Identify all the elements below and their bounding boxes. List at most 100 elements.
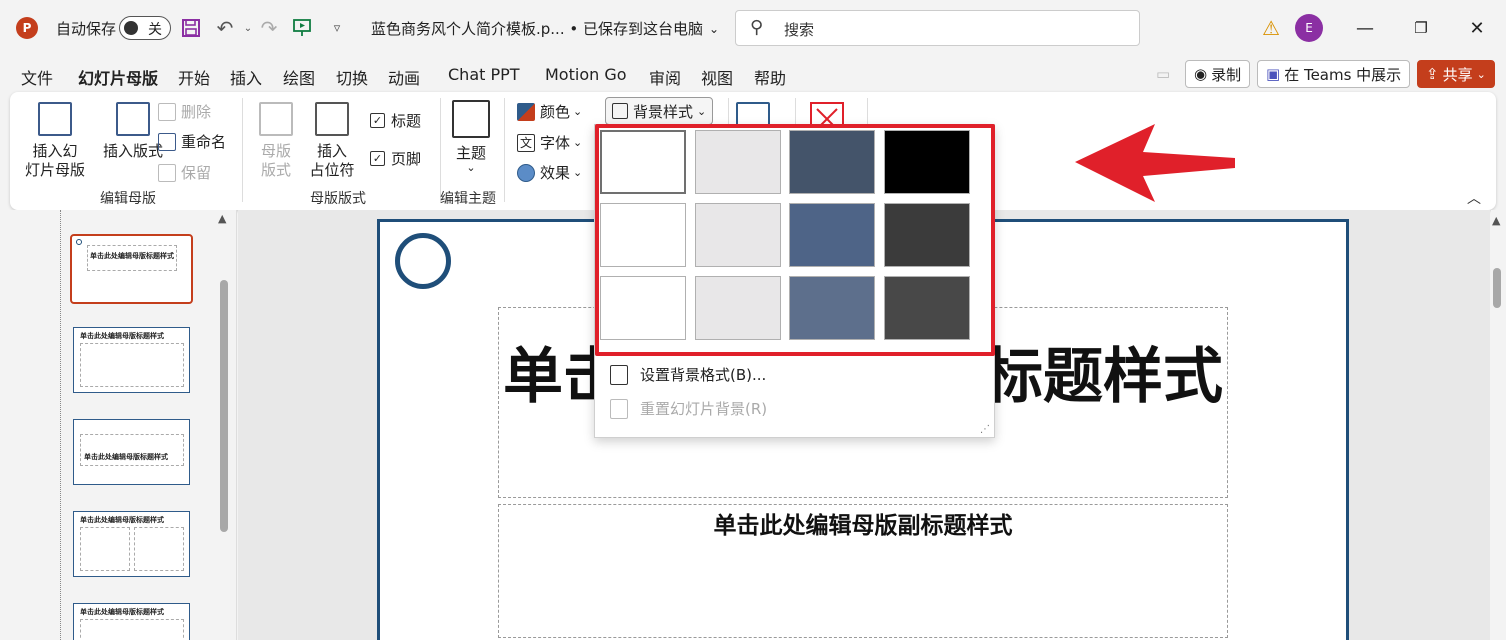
slide-subtitle[interactable]: 单击此处编辑母版副标题样式 [498, 506, 1228, 540]
autosave-label: 自动保存 [56, 20, 117, 38]
canvas-scroll-up-icon[interactable]: ▲ [1492, 214, 1500, 227]
document-title-text: 蓝色商务风个人简介模板.p... • 已保存到这台电脑 [371, 20, 703, 38]
check-icon: ✓ [370, 151, 385, 166]
tab-review[interactable]: 审阅 [649, 65, 681, 89]
thumbnail-slide-3[interactable]: 单击此处编辑母版标题样式 [73, 419, 190, 485]
ribbon-separator [504, 98, 505, 202]
tab-view[interactable]: 视图 [701, 65, 733, 89]
canvas-scrollbar[interactable]: ▲ [1491, 210, 1506, 640]
rename-button[interactable]: 重命名 [158, 131, 226, 152]
themes-button[interactable]: 主题 ⌄ [448, 100, 494, 173]
preserve-icon [158, 163, 176, 182]
record-button[interactable]: ◉ 录制 [1185, 60, 1251, 88]
rename-icon [158, 132, 176, 151]
thumbnail-slide-4[interactable]: 单击此处编辑母版标题样式 [73, 511, 190, 577]
chevron-down-icon: ⌄ [466, 161, 476, 174]
tab-draw[interactable]: 绘图 [283, 65, 315, 89]
thumbnails-scroll-up-icon[interactable]: ▲ [218, 212, 226, 225]
background-styles-label: 背景样式 [633, 102, 694, 121]
delete-icon [158, 102, 176, 121]
record-icon: ◉ [1194, 65, 1208, 83]
thumb-content-placeholder [80, 619, 184, 640]
footer-checkbox[interactable]: ✓ 页脚 [370, 148, 421, 169]
thumbnails-scrollbar[interactable] [220, 232, 228, 532]
chevron-down-icon: ⌄ [573, 105, 583, 118]
effects-button[interactable]: 效果 ⌄ [517, 162, 582, 183]
customize-qat-icon[interactable]: ▿ [325, 16, 349, 40]
tab-slide-master[interactable]: 幻灯片母版 [78, 65, 159, 97]
colors-icon [517, 102, 535, 121]
thumbnail-slide-2[interactable]: 单击此处编辑母版标题样式 [73, 327, 190, 393]
thumb-content-placeholder [80, 343, 184, 387]
resize-grip-icon[interactable]: ⋰ [980, 424, 990, 435]
share-label: 共享 [1442, 65, 1473, 84]
title-checkbox-label: 标题 [391, 112, 422, 130]
restore-icon[interactable]: ❐ [1406, 14, 1436, 42]
scrollbar-thumb[interactable] [220, 280, 228, 532]
thumbnail-slide-1[interactable]: 单击此处编辑母版标题样式 [70, 234, 193, 304]
format-background-icon [610, 364, 628, 385]
undo-icon[interactable]: ↶ [213, 16, 237, 40]
reset-background-icon [610, 398, 628, 419]
group-label-edit-master: 编辑母版 [100, 191, 156, 207]
close-icon[interactable]: ✕ [1462, 14, 1492, 42]
delete-button[interactable]: 删除 [158, 101, 211, 122]
insert-slide-master-button[interactable]: 插入幻 灯片母版 [24, 102, 86, 180]
title-checkbox[interactable]: ✓ 标题 [370, 110, 421, 131]
effects-label: 效果 [540, 164, 571, 182]
toggle-knob [124, 21, 138, 35]
tab-animations[interactable]: 动画 [388, 65, 420, 89]
reset-background-label: 重置幻灯片背景(R) [640, 400, 768, 418]
red-arrow-annotation [1075, 124, 1235, 202]
tab-motiongo[interactable]: Motion Go [545, 65, 627, 84]
thumb-content-placeholder [134, 527, 184, 571]
tab-help[interactable]: 帮助 [754, 65, 786, 89]
master-layout-button[interactable]: 母版 版式 [254, 102, 298, 180]
reset-background-item[interactable]: 重置幻灯片背景(R) [610, 398, 767, 419]
redo-icon[interactable]: ↷ [257, 16, 281, 40]
preserve-button[interactable]: 保留 [158, 162, 211, 183]
thumb-title: 单击此处编辑母版标题样式 [90, 252, 174, 260]
present-in-teams-button[interactable]: ▣ 在 Teams 中展示 [1257, 60, 1411, 88]
thumb-circle [76, 239, 82, 245]
slide-master-icon [38, 102, 72, 136]
collapse-ribbon-icon[interactable]: ︿ [1467, 188, 1481, 208]
master-layout-icon [259, 102, 293, 136]
tab-file[interactable]: 文件 [21, 65, 53, 89]
thumb-title: 单击此处编辑母版标题样式 [80, 332, 164, 340]
avatar[interactable]: E [1295, 14, 1323, 42]
comments-icon[interactable]: ▭ [1148, 60, 1176, 88]
insert-layout-label: 插入版式 [102, 142, 163, 160]
placeholder-icon [315, 102, 349, 136]
layout-icon [116, 102, 150, 136]
minimize-icon[interactable]: — [1350, 14, 1380, 42]
background-styles-button[interactable]: 背景样式 ⌄ [605, 97, 713, 125]
format-background-label: 设置背景格式(B)... [640, 366, 767, 384]
fonts-button[interactable]: 文 字体 ⌄ [517, 132, 582, 153]
thumb-content-placeholder [80, 527, 130, 571]
save-icon[interactable] [179, 16, 203, 40]
slide-circle-decoration [395, 233, 451, 289]
tab-transitions[interactable]: 切换 [336, 65, 368, 89]
ribbon-separator [242, 98, 243, 202]
search-input[interactable]: ⚲ 搜索 [735, 10, 1140, 46]
tab-insert[interactable]: 插入 [230, 65, 262, 89]
autosave-state: 关 [148, 22, 162, 38]
tab-home[interactable]: 开始 [178, 65, 210, 89]
thumb-title: 单击此处编辑母版标题样式 [80, 516, 164, 524]
tab-chatppt[interactable]: Chat PPT [448, 65, 520, 84]
group-label-edit-theme: 编辑主题 [440, 191, 496, 207]
record-label: 录制 [1211, 65, 1242, 84]
scrollbar-thumb[interactable] [1493, 268, 1501, 308]
autosave-toggle[interactable]: 关 [119, 16, 171, 40]
format-background-item[interactable]: 设置背景格式(B)... [610, 364, 766, 385]
share-button[interactable]: ⇪ 共享 ⌄ [1417, 60, 1495, 88]
chevron-down-icon: ⌄ [573, 166, 583, 179]
thumbnail-slide-5[interactable]: 单击此处编辑母版标题样式 [73, 603, 190, 640]
teams-label: 在 Teams 中展示 [1284, 65, 1402, 84]
insert-placeholder-button[interactable]: 插入 占位符 [304, 102, 360, 180]
document-title[interactable]: 蓝色商务风个人简介模板.p... • 已保存到这台电脑 ⌄ [371, 18, 719, 39]
present-icon[interactable] [290, 16, 314, 40]
warning-icon[interactable]: ⚠ [1262, 16, 1280, 40]
colors-button[interactable]: 颜色 ⌄ [517, 101, 582, 122]
